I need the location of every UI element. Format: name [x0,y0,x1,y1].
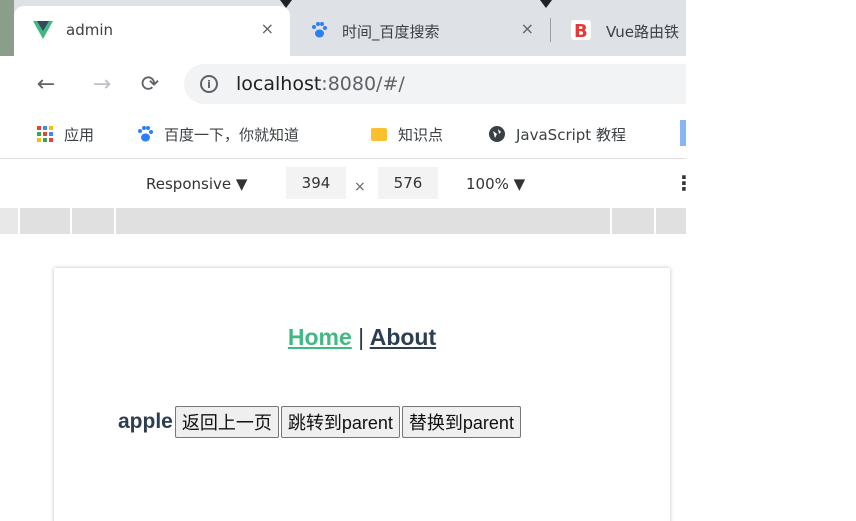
url-host: localhost [236,73,322,95]
tab-strip: admin × 时间_百度搜索 × B Vue路由铁 [0,0,686,56]
bookmark-label: 知识点 [398,125,444,144]
reload-icon[interactable]: ⟳ [136,70,164,98]
close-icon[interactable]: × [261,19,274,38]
tab-baidu-search[interactable]: 时间_百度搜索 × [290,6,550,56]
zoom-dropdown[interactable]: 100% ▼ [466,175,525,193]
ruler-segment[interactable] [18,208,70,234]
baidu-paw-icon [136,125,154,143]
viewport-height-input[interactable]: 576 [378,167,438,199]
url-text[interactable]: localhost:8080/#/ [236,73,405,95]
ruler-segment[interactable] [610,208,654,234]
globe-icon [488,125,506,143]
folder-icon [370,125,388,143]
dimension-separator: × [354,179,366,195]
address-bar[interactable]: i localhost:8080/#/ [184,64,686,104]
ruler-segment[interactable] [70,208,114,234]
device-toolbar: Responsive ▼ 394 × 576 100% ▼ ⋮ [0,158,686,208]
nav-separator: | [358,324,365,350]
browser-window: admin × 时间_百度搜索 × B Vue路由铁 ← → ⟳ i local… [0,0,686,521]
url-port-path: :8080/#/ [321,73,405,95]
app-nav: Home | About [54,324,670,351]
bookmarks-bar: 应用 百度一下，你就知道 知识点 JavaScript 教程 [0,112,686,156]
forward-arrow-icon[interactable]: → [88,70,116,98]
more-options-icon[interactable]: ⋮ [674,171,686,195]
device-frame: Home | About apple 返回上一页 跳转到parent 替换到pa… [54,268,670,521]
blank-area [686,0,856,521]
tab-title: Vue路由铁 [606,23,679,41]
replace-parent-button[interactable]: 替换到parent [401,406,521,438]
bookmark-baidu[interactable]: 百度一下，你就知道 [136,122,299,146]
ruler-segment[interactable] [114,208,610,234]
tab-divider [550,18,551,42]
home-link[interactable]: Home [288,324,352,350]
svg-text:B: B [574,21,588,40]
ruler-segment[interactable] [654,208,686,234]
device-mode-dropdown[interactable]: Responsive ▼ [146,175,247,193]
bookmark-apps[interactable]: 应用 [36,122,94,146]
baidu-paw-icon [308,19,330,41]
item-name: apple [118,410,173,433]
window-edge [0,0,14,56]
back-arrow-icon[interactable]: ← [32,70,60,98]
tab-title: admin [66,21,113,39]
tab-vue-router[interactable]: B Vue路由铁 [552,6,686,56]
about-link[interactable]: About [370,324,436,350]
bookmark-label: 应用 [64,125,95,144]
bookmark-knowledge-folder[interactable]: 知识点 [370,122,443,146]
close-icon[interactable]: × [521,19,534,38]
go-back-button[interactable]: 返回上一页 [174,406,279,438]
media-query-bar[interactable] [0,208,686,234]
bookmark-label: JavaScript 教程 [516,125,626,144]
apps-grid-icon [36,125,54,143]
vue-icon [32,19,54,41]
viewport-width-input[interactable]: 394 [286,167,346,199]
info-icon[interactable]: i [200,75,218,93]
b-logo-icon: B [570,19,592,41]
tab-admin[interactable]: admin × [14,6,290,56]
browser-toolbar: ← → ⟳ i localhost:8080/#/ [0,56,686,112]
push-parent-button[interactable]: 跳转到parent [280,406,400,438]
bookmark-javascript-tutorial[interactable]: JavaScript 教程 [488,122,626,146]
tab-title: 时间_百度搜索 [342,23,440,41]
bookmark-label: 百度一下，你就知道 [164,125,300,144]
user-item-row: apple 返回上一页 跳转到parent 替换到parent [118,406,523,438]
